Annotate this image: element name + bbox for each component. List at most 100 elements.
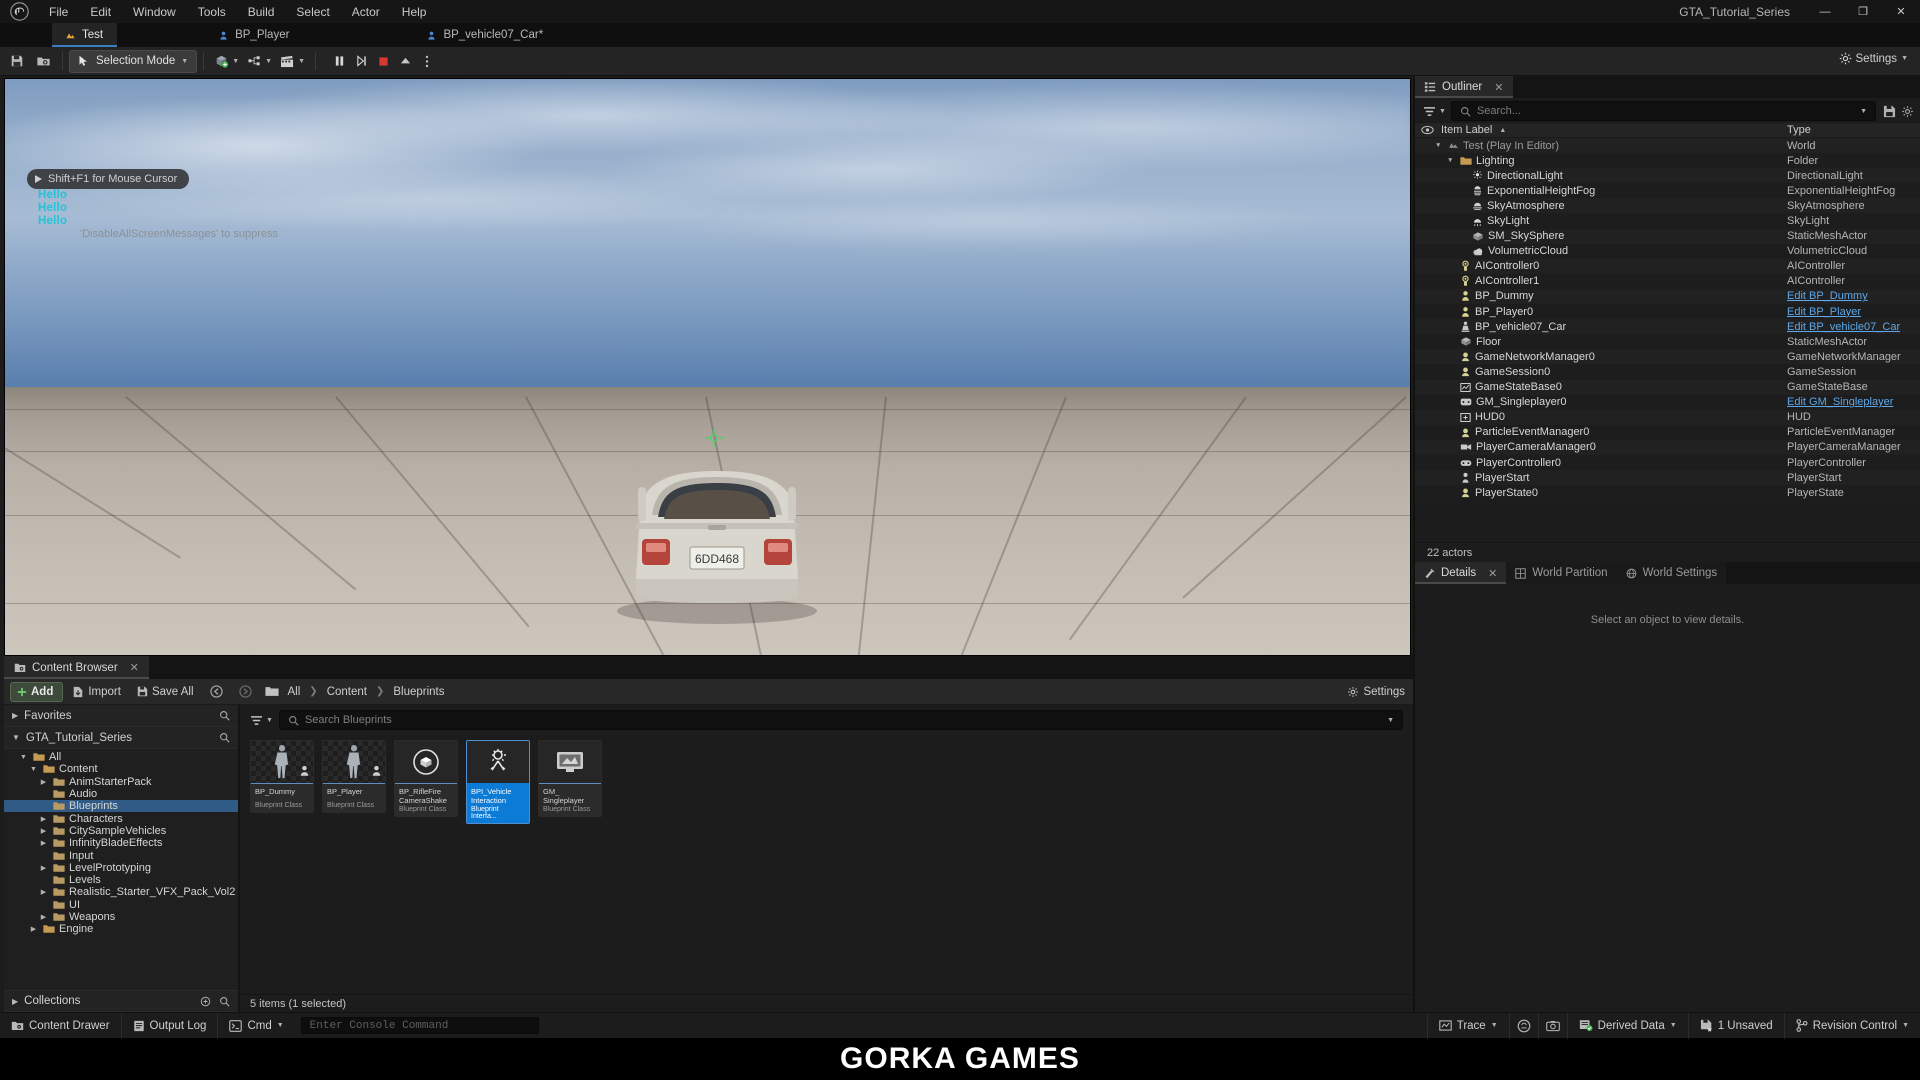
tab-world-partition[interactable]: World Partition (1506, 562, 1617, 584)
search-icon[interactable] (219, 996, 230, 1007)
expander-icon[interactable]: ▶ (38, 778, 49, 786)
settings-icon[interactable] (1901, 105, 1914, 118)
eye-icon[interactable] (1421, 125, 1434, 135)
save-outliner-icon[interactable] (1883, 105, 1896, 118)
forward-button[interactable] (232, 681, 259, 703)
tab-bp-player[interactable]: BP_Player (205, 23, 304, 47)
tab-content-browser[interactable]: Content Browser ✕ (4, 656, 149, 679)
blueprints-button[interactable]: ▼ (243, 49, 276, 74)
column-type[interactable]: Type (1787, 124, 1811, 136)
outliner-filter-button[interactable]: ▼ (1423, 106, 1446, 117)
save-all-button[interactable]: Save All (130, 681, 201, 703)
outliner-row-type[interactable]: Edit BP_vehicle07_Car (1787, 321, 1900, 333)
revision-control-button[interactable]: Revision Control ▼ (1783, 1012, 1920, 1039)
expander-icon[interactable]: ▶ (28, 925, 39, 933)
expander-icon[interactable]: ▼ (1435, 142, 1444, 149)
folder-tree-item[interactable]: ▶ Realistic_Starter_VFX_Pack_Vol2 (4, 886, 238, 898)
content-drawer-button[interactable]: Content Drawer (0, 1012, 122, 1039)
eject-button[interactable] (394, 50, 416, 73)
menu-help[interactable]: Help (391, 0, 438, 23)
menu-file[interactable]: File (38, 0, 79, 23)
folder-tree-item[interactable]: UI (4, 899, 238, 911)
derived-data-button[interactable]: Derived Data ▼ (1566, 1012, 1688, 1039)
outliner-row[interactable]: Floor StaticMeshActor (1415, 334, 1920, 350)
folder-tree-item[interactable]: ▶ CitySampleVehicles (4, 825, 238, 837)
add-button[interactable]: Add (10, 681, 64, 702)
folder-tree-item[interactable]: ▶ Weapons (4, 911, 238, 923)
folder-tree-item[interactable]: Levels (4, 874, 238, 886)
toolbar-settings-button[interactable]: Settings ▼ (1833, 49, 1915, 68)
outliner-row[interactable]: VolumetricCloud VolumetricCloud (1415, 243, 1920, 259)
outliner-row[interactable]: PlayerCameraManager0 PlayerCameraManager (1415, 439, 1920, 455)
asset-tile[interactable]: BP_RifleFire CameraShake Blueprint Class (394, 740, 458, 817)
expander-icon[interactable]: ▶ (38, 888, 49, 896)
cmd-button[interactable]: Cmd ▼ (218, 1013, 294, 1039)
menu-window[interactable]: Window (122, 0, 187, 23)
folder-tree-item[interactable]: ▶ Engine (4, 923, 238, 935)
outliner-row[interactable]: ▼ Lighting Folder (1415, 153, 1920, 169)
outliner-row[interactable]: BP_vehicle07_Car Edit BP_vehicle07_Car (1415, 319, 1920, 335)
asset-tile[interactable]: BPI_Vehicle Interaction Blueprint Interfa… (466, 740, 530, 824)
asset-tile[interactable]: GM_ Singleplayer Blueprint Class (538, 740, 602, 817)
outliner-row[interactable]: AIController1 AIController (1415, 273, 1920, 289)
folder-tree-item[interactable]: Input (4, 849, 238, 862)
quick-add-actor-button[interactable]: ▼ (210, 49, 243, 74)
folder-tree-item[interactable]: ▼ Content (4, 763, 238, 775)
vehicle-actor[interactable]: 6DD468 (612, 427, 822, 627)
search-blueprints-input[interactable]: Search Blueprints ▼ (278, 710, 1403, 730)
tab-bp-vehicle07-car[interactable]: BP_vehicle07_Car* (413, 23, 558, 47)
menu-select[interactable]: Select (285, 0, 340, 23)
tab-test-level[interactable]: Test (52, 23, 118, 47)
outliner-row-type[interactable]: Edit GM_Singleplayer (1787, 396, 1893, 408)
selection-mode-dropdown[interactable]: Selection Mode ▼ (69, 49, 198, 73)
pause-button[interactable] (328, 50, 350, 73)
outliner-row[interactable]: GameNetworkManager0 GameNetworkManager (1415, 349, 1920, 365)
expander-icon[interactable]: ▶ (38, 839, 49, 847)
close-button[interactable]: ✕ (1882, 0, 1920, 23)
folder-tree-item[interactable]: ▶ InfinityBladeEffects (4, 837, 238, 849)
menu-edit[interactable]: Edit (79, 0, 122, 23)
frame-step-button[interactable] (350, 50, 372, 73)
outliner-row[interactable]: GameStateBase0 GameStateBase (1415, 379, 1920, 395)
transform-gizmo[interactable] (705, 429, 723, 447)
console-command-input[interactable]: Enter Console Command (300, 1017, 539, 1034)
filter-button[interactable]: ▼ (250, 715, 273, 726)
asset-tile[interactable]: BP_Player Blueprint Class (322, 740, 386, 813)
close-icon[interactable]: ✕ (1494, 81, 1503, 94)
asset-tile[interactable]: BP_Dummy Blueprint Class (250, 740, 314, 813)
save-current-level-button[interactable] (4, 49, 30, 74)
expander-icon[interactable]: ▼ (18, 754, 29, 761)
outliner-row-type[interactable]: Edit BP_Player (1787, 306, 1861, 318)
tab-details[interactable]: Details ✕ (1415, 562, 1507, 584)
stop-button[interactable] (372, 50, 394, 73)
outliner-row[interactable]: SkyAtmosphere SkyAtmosphere (1415, 198, 1920, 214)
outliner-row[interactable]: GameSession0 GameSession (1415, 364, 1920, 380)
outliner-row[interactable]: GM_Singleplayer0 Edit GM_Singleplayer (1415, 394, 1920, 410)
outliner-row[interactable]: BP_Dummy Edit BP_Dummy (1415, 288, 1920, 305)
outliner-row[interactable]: DirectionalLight DirectionalLight (1415, 168, 1920, 184)
favorites-section[interactable]: ▶ Favorites (4, 705, 238, 727)
outliner-row[interactable]: HUD0 HUD (1415, 409, 1920, 425)
outliner-row[interactable]: AIController0 AIController (1415, 258, 1920, 274)
close-icon[interactable]: ✕ (130, 661, 139, 674)
trace-button[interactable]: Trace ▼ (1426, 1012, 1509, 1039)
breadcrumb-blueprints[interactable]: Blueprints (389, 684, 448, 700)
more-play-options-button[interactable] (416, 50, 438, 73)
minimize-button[interactable]: — (1806, 0, 1844, 23)
back-button[interactable] (203, 681, 230, 703)
menu-build[interactable]: Build (237, 0, 286, 23)
unsaved-button[interactable]: 1 Unsaved (1687, 1012, 1784, 1039)
expander-icon[interactable]: ▶ (38, 864, 49, 872)
level-viewport[interactable]: 6DD468 Shift+F1 for Mouse Cursor Hello H… (4, 78, 1411, 656)
import-button[interactable]: Import (65, 681, 128, 703)
breadcrumb-content[interactable]: Content (323, 684, 371, 700)
browse-content-button[interactable] (30, 49, 56, 74)
column-item-label[interactable]: Item Label ▲ (1415, 124, 1506, 136)
outliner-row[interactable]: SkyLight SkyLight (1415, 213, 1920, 229)
folder-tree-item[interactable]: ▶ LevelPrototyping (4, 862, 238, 874)
outliner-row[interactable]: PlayerStart PlayerStart (1415, 470, 1920, 486)
search-icon[interactable] (219, 732, 230, 743)
expander-icon[interactable]: ▼ (28, 766, 39, 773)
folder-tree-item[interactable]: Audio (4, 788, 238, 800)
expander-icon[interactable]: ▶ (38, 913, 49, 921)
